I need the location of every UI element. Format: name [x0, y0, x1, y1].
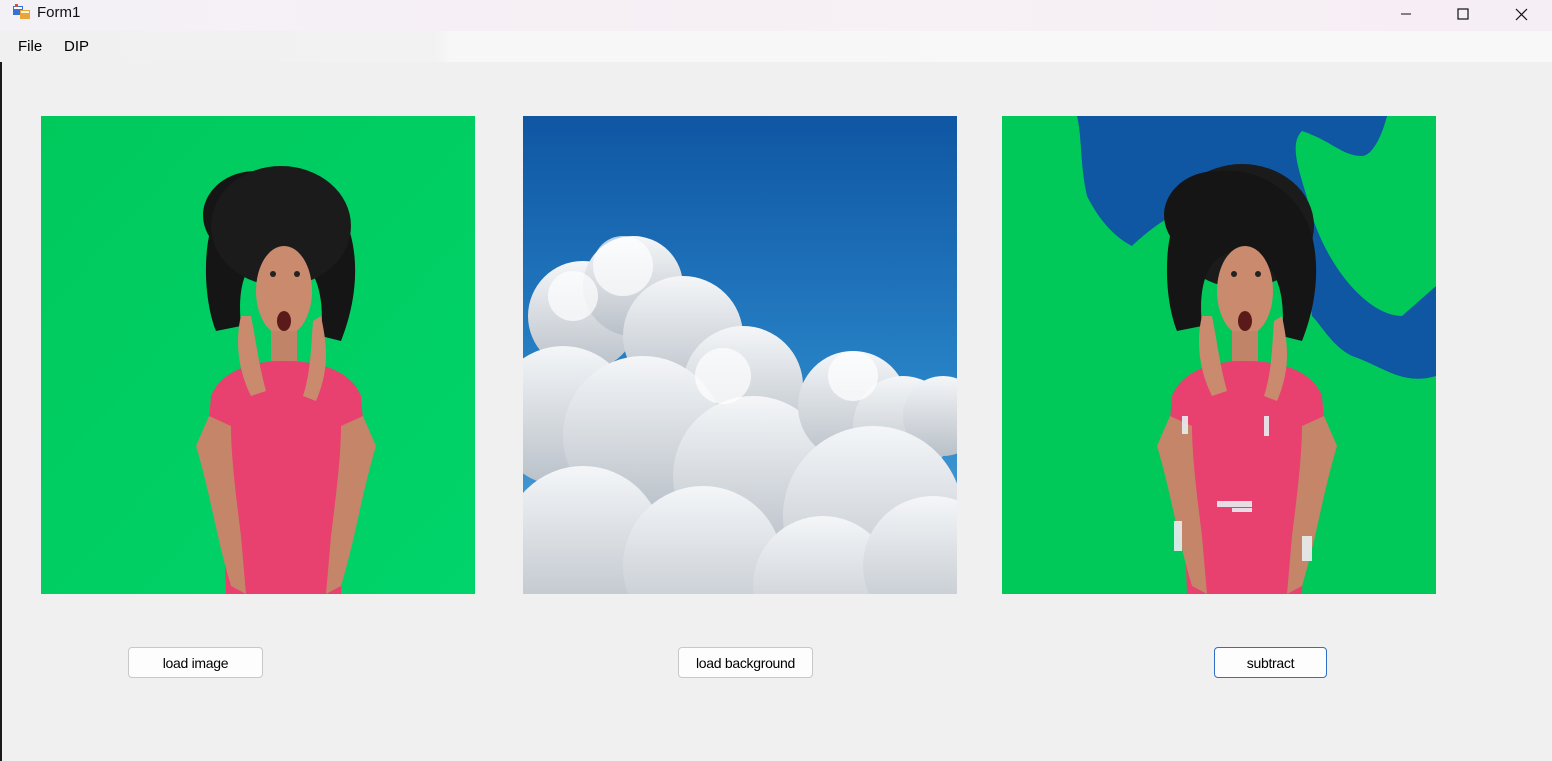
close-icon	[1515, 8, 1527, 20]
menu-bar: File DIP	[0, 31, 1552, 62]
maximize-button[interactable]	[1434, 0, 1492, 28]
menu-file[interactable]: File	[18, 38, 42, 55]
woman-green-screen-photo	[41, 116, 475, 594]
menu-dip[interactable]: DIP	[64, 38, 89, 55]
desktop-edge	[0, 0, 2, 761]
load-image-button[interactable]: load image	[128, 647, 263, 678]
window-title: Form1	[37, 4, 81, 21]
subtract-button[interactable]: subtract	[1214, 647, 1327, 678]
background-image-picturebox	[523, 116, 957, 594]
sky-clouds-photo	[523, 116, 957, 594]
app-icon	[13, 4, 31, 20]
minimize-button[interactable]	[1377, 0, 1435, 28]
result-image-picturebox	[1002, 116, 1436, 594]
minimize-icon	[1401, 13, 1411, 15]
subtraction-result-photo	[1002, 116, 1436, 594]
maximize-icon	[1457, 8, 1469, 20]
load-background-button[interactable]: load background	[678, 647, 813, 678]
title-bar[interactable]: Form1	[0, 0, 1552, 31]
source-image-picturebox	[41, 116, 475, 594]
close-button[interactable]	[1492, 0, 1550, 28]
